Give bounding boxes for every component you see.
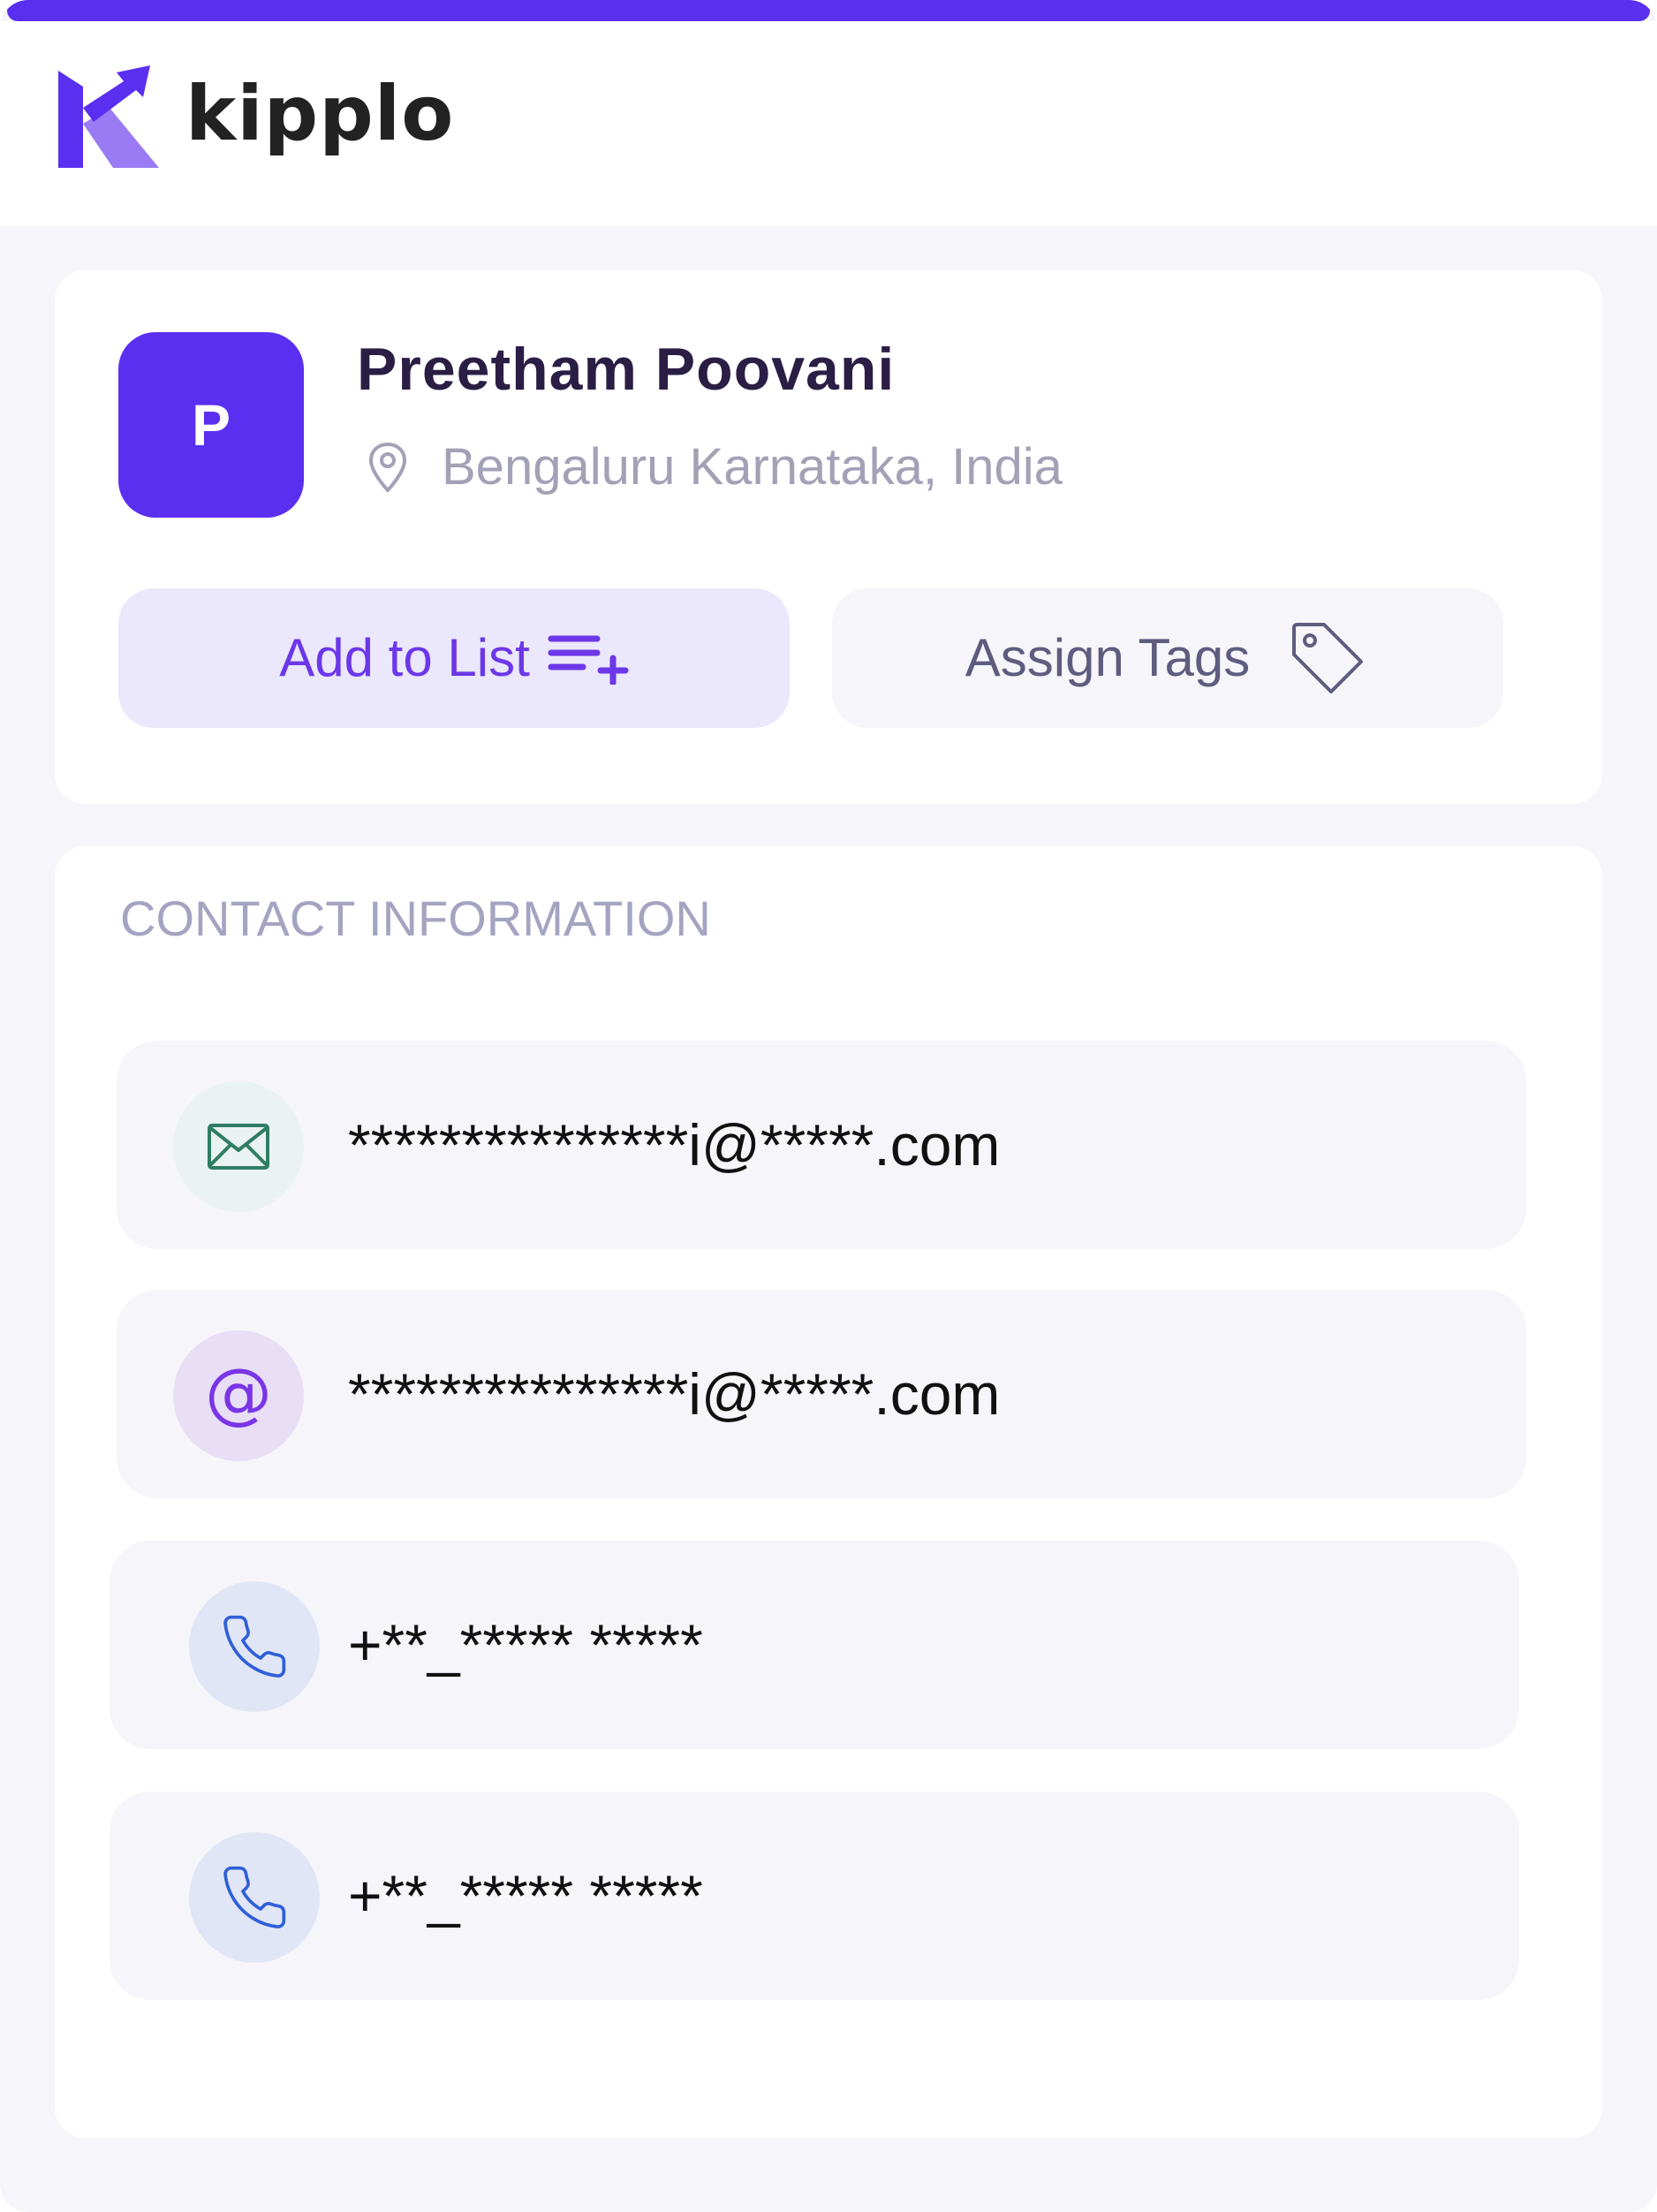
map-pin-icon bbox=[369, 443, 406, 492]
section-title: CONTACT INFORMATION bbox=[120, 890, 711, 946]
contact-row-email[interactable]: @ ***************i@*****.com bbox=[117, 1290, 1526, 1498]
add-to-list-button[interactable]: Add to List bbox=[118, 588, 790, 728]
phone-value: +**_***** ***** bbox=[348, 1612, 703, 1678]
app-header: kipplo bbox=[0, 21, 1657, 226]
email-value: ***************i@*****.com bbox=[348, 1361, 1001, 1427]
contact-row-phone[interactable]: +**_***** ***** bbox=[110, 1541, 1519, 1749]
accent-top-bar bbox=[7, 0, 1650, 21]
email-value: ***************i@*****.com bbox=[348, 1112, 1001, 1178]
contact-row-phone[interactable]: +**_***** ***** bbox=[110, 1792, 1519, 2000]
phone-icon bbox=[189, 1581, 320, 1712]
avatar: P bbox=[118, 332, 304, 518]
tag-icon bbox=[1292, 623, 1364, 693]
phone-icon bbox=[189, 1832, 320, 1963]
assign-tags-button[interactable]: Assign Tags bbox=[832, 588, 1503, 728]
location-text: Bengaluru Karnataka, India bbox=[442, 438, 1063, 496]
envelope-icon bbox=[173, 1081, 304, 1212]
at-sign-icon: @ bbox=[173, 1330, 304, 1461]
contact-location: Bengaluru Karnataka, India bbox=[364, 436, 1063, 498]
add-to-list-label: Add to List bbox=[279, 628, 530, 687]
phone-value: +**_***** ***** bbox=[348, 1863, 703, 1928]
kipplo-logo-icon bbox=[58, 65, 159, 168]
contact-row-email[interactable]: ***************i@*****.com bbox=[117, 1041, 1526, 1249]
brand-name: kipplo bbox=[185, 70, 455, 158]
playlist-add-icon bbox=[548, 635, 629, 685]
contact-name: Preetham Poovani bbox=[357, 336, 896, 403]
assign-tags-label: Assign Tags bbox=[965, 628, 1251, 687]
contact-profile-window: kipplo P Preetham Poovani Bengaluru Karn… bbox=[0, 0, 1657, 2212]
